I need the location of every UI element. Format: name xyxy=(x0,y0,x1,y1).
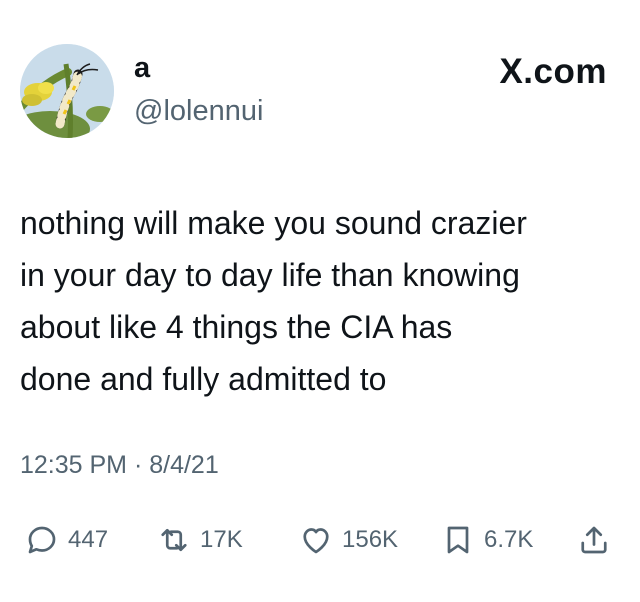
tweet-timestamp[interactable]: 12:35 PM · 8/4/21 xyxy=(20,450,219,480)
share-button[interactable] xyxy=(576,520,612,560)
like-count: 156K xyxy=(342,526,399,553)
tweet-text: nothing will make you sound crazier in y… xyxy=(20,197,632,405)
tweet-line: about like 4 things the CIA has xyxy=(20,309,453,345)
like-button[interactable]: 156K xyxy=(298,520,398,560)
reply-button[interactable]: 447 xyxy=(24,520,108,560)
bookmark-button[interactable]: 6.7K xyxy=(440,520,533,560)
reply-count: 447 xyxy=(68,526,109,553)
user-handle[interactable]: @lolennui xyxy=(134,94,263,128)
display-name[interactable]: a xyxy=(134,52,150,84)
bookmark-count: 6.7K xyxy=(484,526,534,553)
brand-logo: X.com xyxy=(499,52,607,91)
tweet-line: done and fully admitted to xyxy=(20,361,387,397)
tweet-line: nothing will make you sound crazier xyxy=(20,205,527,241)
share-icon xyxy=(581,526,607,554)
repost-icon xyxy=(161,528,187,552)
repost-count: 17K xyxy=(200,526,243,553)
action-bar: 447 17K 156K 6.7K xyxy=(20,520,620,560)
avatar[interactable] xyxy=(20,44,114,138)
tweet-line: in your day to day life than knowing xyxy=(20,257,520,293)
heart-icon xyxy=(303,528,329,554)
caterpillar-on-plant-icon xyxy=(20,44,114,138)
repost-button[interactable]: 17K xyxy=(156,520,243,560)
bookmark-icon xyxy=(447,526,469,554)
reply-icon xyxy=(28,526,56,554)
